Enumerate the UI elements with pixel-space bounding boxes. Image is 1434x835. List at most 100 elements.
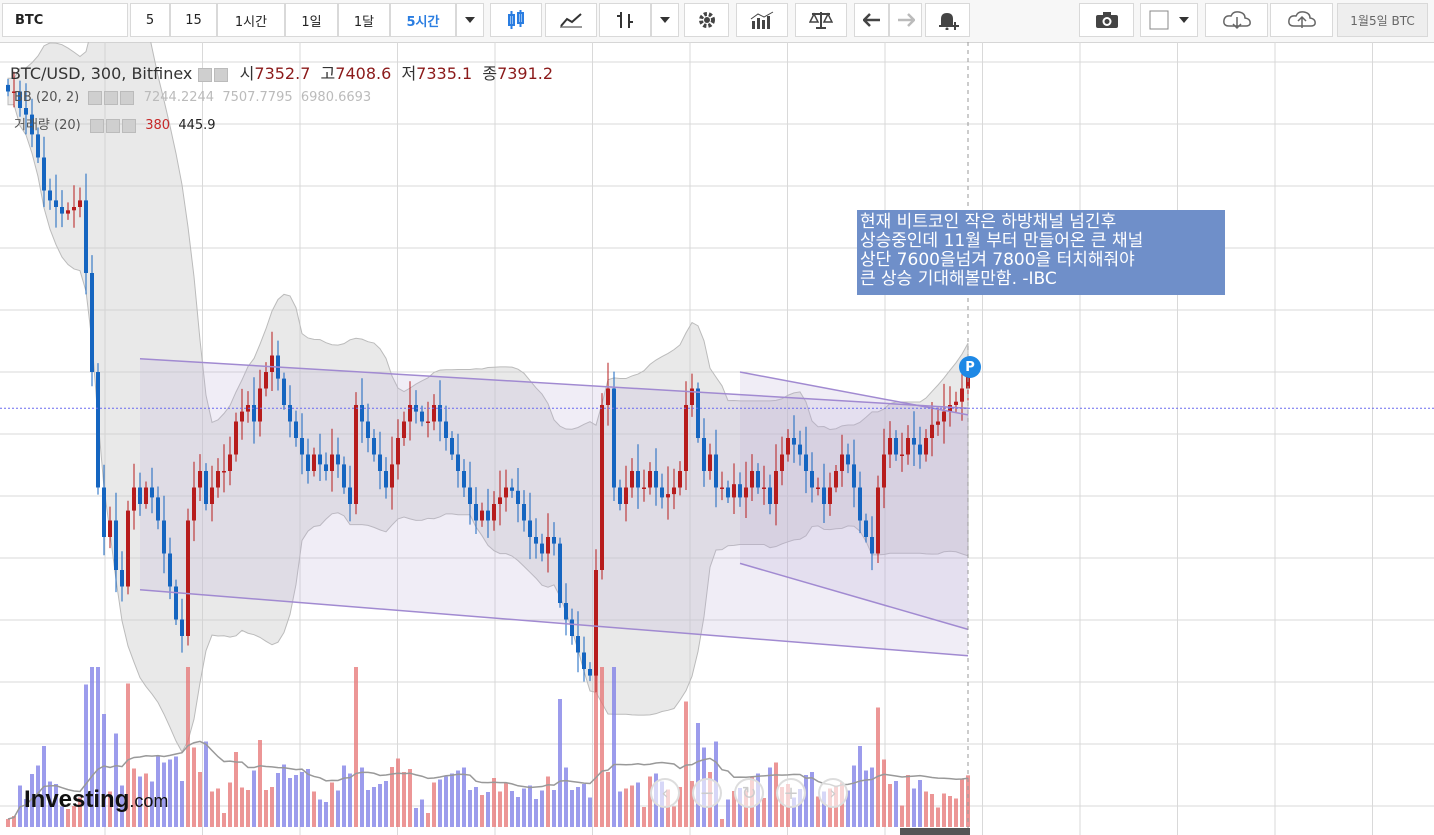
volume-bar bbox=[804, 775, 808, 827]
candle-body bbox=[306, 454, 310, 471]
candle-body bbox=[738, 484, 742, 498]
volume-bar bbox=[948, 796, 952, 827]
visibility-icon[interactable] bbox=[198, 67, 213, 82]
bb-middle-value: 7244.2244 bbox=[143, 90, 215, 105]
snapshot-button[interactable] bbox=[1079, 3, 1134, 37]
chart-type-dropdown[interactable] bbox=[651, 3, 679, 37]
volume-bar bbox=[204, 741, 208, 827]
price-chart[interactable] bbox=[0, 42, 1434, 835]
bar-chart-button[interactable] bbox=[599, 3, 651, 37]
volume-bar bbox=[504, 783, 508, 827]
candle-body bbox=[588, 669, 592, 676]
volume-bar bbox=[636, 782, 640, 827]
symbol-input[interactable]: BTC bbox=[2, 3, 128, 37]
line-chart-button[interactable] bbox=[545, 3, 597, 37]
time-scroll-thumb[interactable] bbox=[900, 828, 970, 835]
candle-body bbox=[576, 636, 580, 653]
candle-body bbox=[792, 438, 796, 445]
candle-body bbox=[372, 438, 376, 455]
reset-zoom-button[interactable]: ↻ bbox=[734, 778, 764, 808]
candle-body bbox=[192, 487, 196, 521]
zoom-out-button[interactable]: − bbox=[692, 778, 722, 808]
candle-body bbox=[840, 454, 844, 471]
candle-body bbox=[300, 438, 304, 455]
interval-5-button[interactable]: 5 bbox=[130, 3, 170, 37]
volume-bar bbox=[456, 770, 460, 827]
interval-1m-button[interactable]: 1달 bbox=[338, 3, 390, 37]
position-marker[interactable]: P bbox=[959, 356, 981, 378]
volume-bar bbox=[258, 740, 262, 827]
volume-bar bbox=[252, 770, 256, 827]
volume-bar bbox=[498, 791, 502, 827]
candle-body bbox=[630, 471, 634, 488]
scroll-left-button[interactable]: ‹ bbox=[650, 778, 680, 808]
volume-bar bbox=[642, 807, 646, 827]
candle-body bbox=[546, 537, 550, 554]
candle-body bbox=[624, 487, 628, 504]
interval-dropdown[interactable] bbox=[456, 3, 484, 37]
candle-body bbox=[678, 471, 682, 488]
gear-icon bbox=[698, 12, 715, 28]
indicators-button[interactable] bbox=[736, 3, 788, 37]
cloud-upload-button[interactable] bbox=[1270, 3, 1333, 37]
candle-body bbox=[618, 487, 622, 504]
candle-body bbox=[534, 537, 538, 544]
volume-bar bbox=[696, 723, 700, 827]
close-icon[interactable] bbox=[120, 90, 135, 105]
candle-body bbox=[822, 487, 826, 504]
candle-body bbox=[924, 438, 928, 455]
cloud-download-icon bbox=[1222, 11, 1251, 30]
cloud-download-button[interactable] bbox=[1205, 3, 1268, 37]
interval-1d-button[interactable]: 1일 bbox=[285, 3, 338, 37]
candle-body bbox=[156, 497, 160, 521]
candle-body bbox=[336, 454, 340, 465]
interval-15-button[interactable]: 15 bbox=[170, 3, 217, 37]
logo-main: Investing bbox=[24, 786, 130, 813]
candle-body bbox=[216, 471, 220, 488]
minus-icon: − bbox=[699, 782, 715, 804]
settings-button[interactable] bbox=[684, 3, 729, 37]
color-picker-button[interactable] bbox=[1140, 3, 1198, 37]
visibility-icon[interactable] bbox=[88, 90, 103, 105]
volume-bar bbox=[876, 707, 880, 827]
volume-bar bbox=[936, 807, 940, 827]
compare-button[interactable] bbox=[795, 3, 847, 37]
volume-bar bbox=[6, 819, 10, 827]
scroll-right-button[interactable]: › bbox=[818, 778, 848, 808]
visibility-icon[interactable] bbox=[89, 118, 104, 133]
settings-icon[interactable] bbox=[105, 118, 120, 133]
candle-body bbox=[186, 520, 190, 636]
settings-icon[interactable] bbox=[104, 90, 119, 105]
volume-bar bbox=[336, 790, 340, 827]
close-icon[interactable] bbox=[121, 118, 136, 133]
volume-bar bbox=[312, 791, 316, 827]
saved-chart-button[interactable]: 1월5일 BTC bbox=[1337, 3, 1428, 37]
candle-body bbox=[852, 464, 856, 488]
candle-style-button[interactable] bbox=[490, 3, 542, 37]
candle-body bbox=[390, 464, 394, 488]
camera-icon bbox=[1095, 12, 1118, 28]
interval-1h-button[interactable]: 1시간 bbox=[217, 3, 285, 37]
annotation-note[interactable]: 현재 비트코인 작은 하방채널 넘긴후 상승중인데 11월 부터 만들어온 큰 … bbox=[857, 210, 1225, 295]
candle-body bbox=[96, 372, 100, 488]
volume-bar bbox=[228, 782, 232, 827]
volume-bar bbox=[246, 790, 250, 827]
candle-body bbox=[798, 444, 802, 455]
settings-icon[interactable] bbox=[214, 67, 229, 82]
volume-bar bbox=[174, 756, 178, 827]
candle-body bbox=[960, 388, 964, 402]
candle-body bbox=[138, 487, 142, 504]
volume-bar bbox=[924, 791, 928, 827]
interval-5h-button[interactable]: 5시간 bbox=[390, 3, 456, 37]
redo-button[interactable] bbox=[889, 3, 922, 37]
candle-body bbox=[258, 388, 262, 422]
candle-body bbox=[264, 372, 268, 389]
candle-body bbox=[486, 510, 490, 521]
undo-button[interactable] bbox=[854, 3, 889, 37]
zoom-in-button[interactable]: + bbox=[776, 778, 806, 808]
volume-bar bbox=[192, 747, 196, 827]
volume-bar bbox=[894, 781, 898, 827]
chevron-down-icon bbox=[465, 17, 475, 23]
volume-bar bbox=[354, 667, 358, 827]
alert-button[interactable] bbox=[925, 3, 970, 37]
